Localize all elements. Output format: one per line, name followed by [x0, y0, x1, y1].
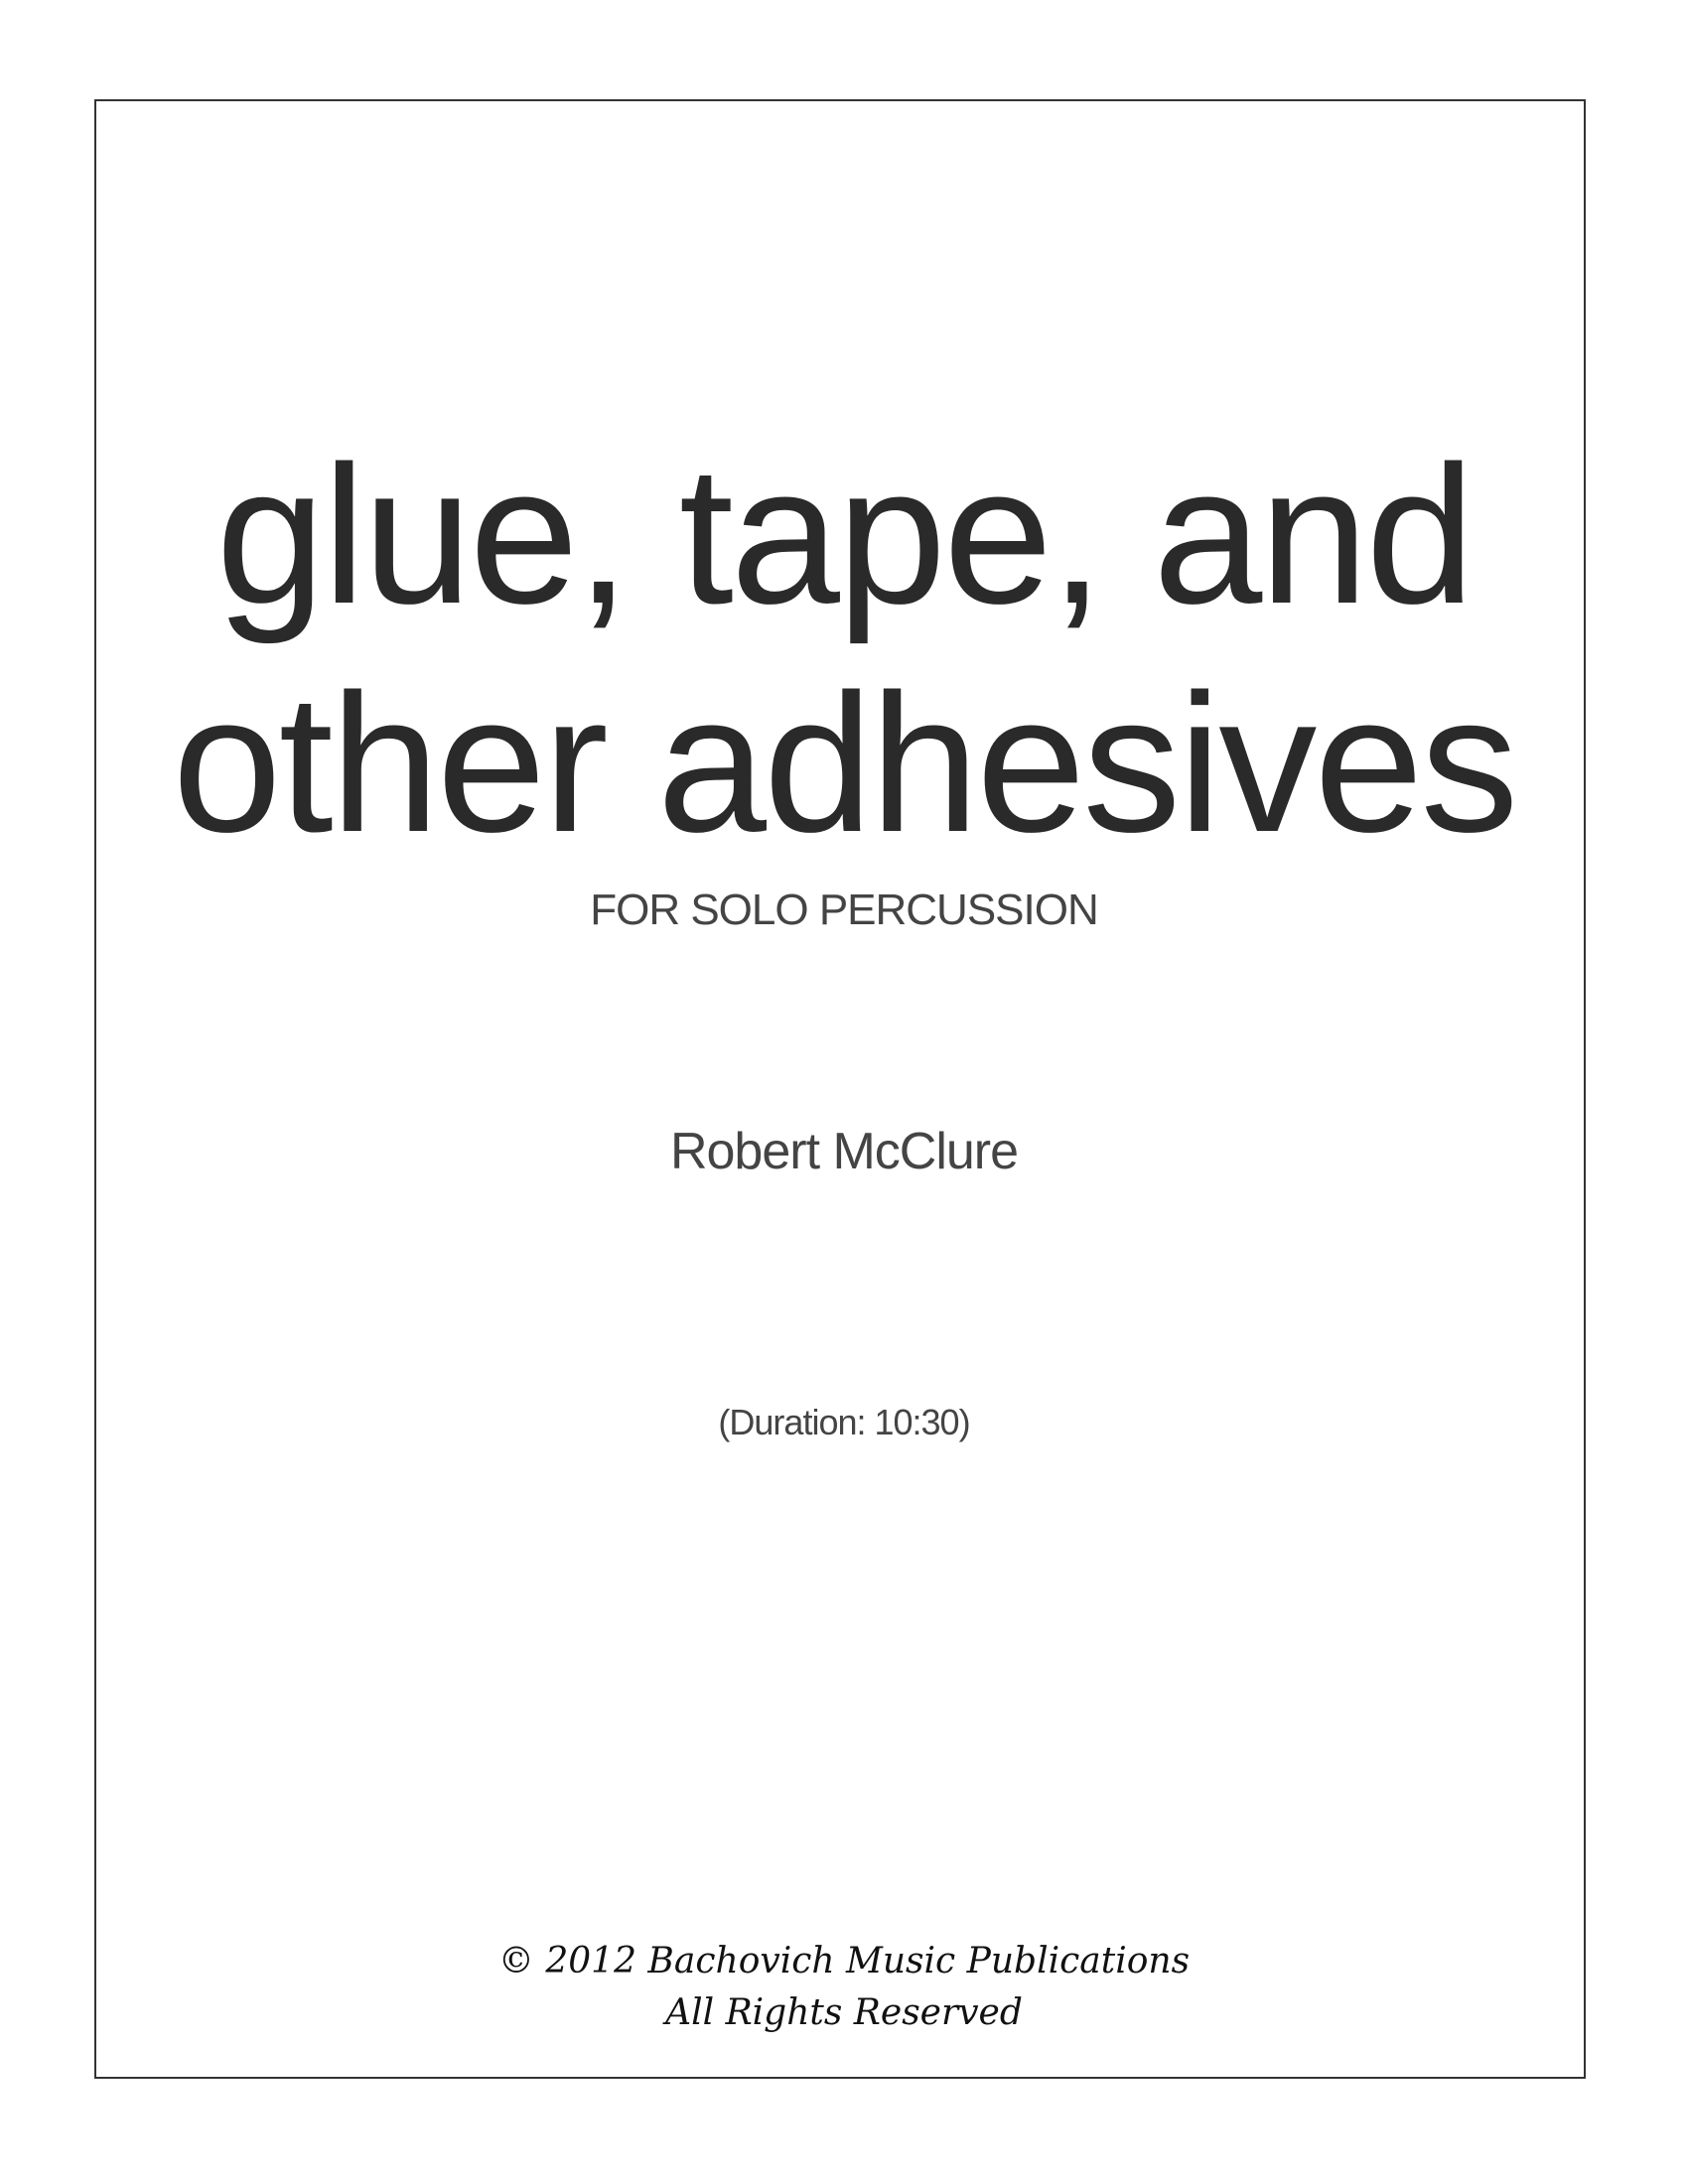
copyright-line: © 2012 Bachovich Music Publications [497, 1941, 1191, 1981]
composer-name: Robert McClure [669, 1123, 1019, 1180]
title-line-1: glue, tape, and [215, 425, 1475, 644]
subtitle: FOR SOLO PERCUSSION [590, 886, 1099, 934]
title-line-2: other adhesives [172, 653, 1519, 873]
duration: (Duration: 10:30) [718, 1402, 970, 1442]
copyright-block: © 2012 Bachovich Music Publications All … [0, 1936, 1688, 2039]
page-border [94, 99, 1586, 2079]
rights-line: All Rights Reserved [665, 1992, 1023, 2033]
